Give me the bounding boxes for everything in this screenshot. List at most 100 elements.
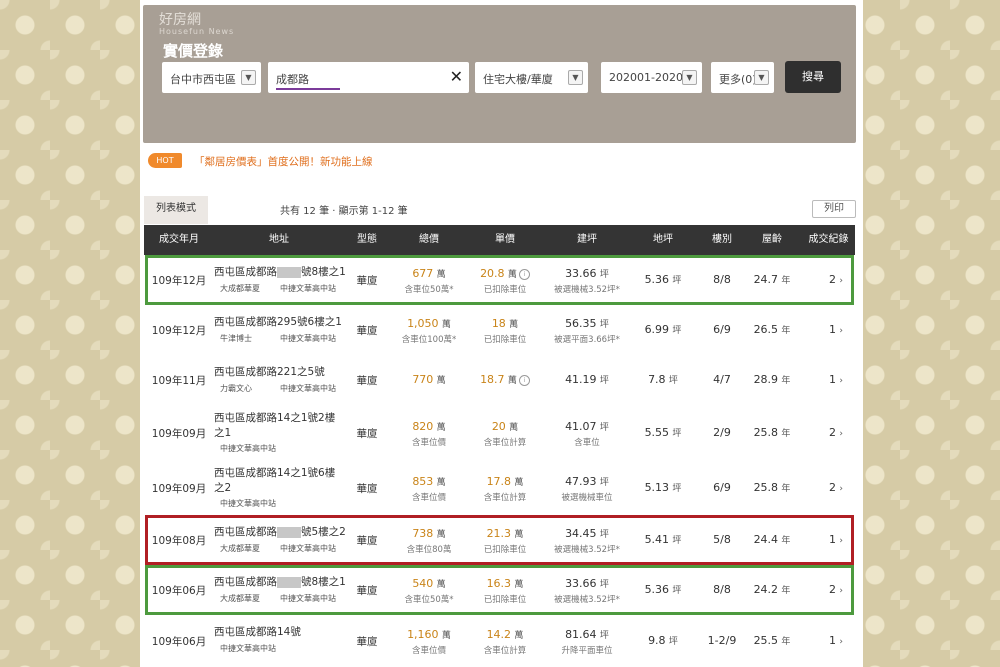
unit-wan: 萬 (507, 270, 517, 280)
table-row[interactable]: 109年12月 西屯區成都路 號8樓之1 大成都華夏 中捷文華高中站 華廈 677 萬含車位… (144, 255, 855, 306)
table-row[interactable]: 109年12月 西屯區成都路295號6樓之1 牛津博士 中捷文華高中站 華廈 1,050 … (144, 305, 855, 356)
info-icon[interactable]: i (518, 269, 530, 280)
address[interactable]: 西屯區成都路14之1號2樓 (214, 410, 335, 425)
chevron-right-icon: › (839, 586, 843, 596)
search-button[interactable]: 搜尋 (785, 61, 841, 93)
building-type: 華廈 (356, 483, 378, 495)
total-price: 1,050 萬 (394, 317, 464, 330)
table-row[interactable]: 109年11月 西屯區成都路221之5號 力霸文心 中捷文華高中站 華廈 770 萬 18.… (144, 355, 855, 406)
total-price-value: 1,050 (407, 317, 439, 330)
unit-price: 18 萬 (476, 317, 534, 330)
land-area-value: 5.55 (644, 426, 670, 439)
column-header[interactable]: 地址 (214, 225, 344, 255)
total-price-note: 含車位價 (411, 438, 446, 448)
unit-price-value: 16.3 (486, 577, 512, 590)
records-count: 2 (829, 426, 837, 439)
address-mask (277, 526, 301, 538)
unit-price-value: 18 (491, 317, 506, 330)
address-wrap: 之2 (214, 482, 232, 494)
address[interactable]: 西屯區成都路295號6樓之1 (214, 314, 342, 329)
table-row[interactable]: 109年06月 西屯區成都路14號 中捷文華高中站 華廈 1,160 萬含車位價 14.2… (144, 615, 855, 667)
unit-price: 14.2 萬 (476, 628, 534, 641)
unit-ping: 坪 (599, 376, 609, 386)
address-part: 西屯區成都路14之1號6樓 (214, 467, 336, 479)
transaction-records[interactable]: 2 › (816, 481, 856, 494)
unit-price-value: 17.8 (486, 475, 512, 488)
unit-wan: 萬 (436, 478, 446, 488)
unit-year: 年 (781, 536, 791, 546)
address-wrap: 之1 (214, 427, 232, 439)
transaction-records[interactable]: 1 › (816, 323, 856, 336)
total-price: 677 萬 (394, 267, 464, 280)
transaction-records[interactable]: 2 › (816, 583, 856, 596)
date-range-select[interactable]: 202001-202012 ▼ (601, 62, 702, 93)
transaction-records[interactable]: 1 › (816, 634, 856, 647)
building-age: 24.2 年 (750, 583, 794, 596)
building-area: 81.64 坪 (542, 628, 632, 641)
building-age: 25.8 年 (750, 481, 794, 494)
total-price: 770 萬 (394, 373, 464, 386)
address[interactable]: 西屯區成都路 號8樓之1 (214, 574, 346, 589)
unit-wan: 萬 (436, 530, 446, 540)
total-price-value: 770 (412, 373, 434, 386)
transaction-records[interactable]: 1 › (816, 533, 856, 546)
building-type-select[interactable]: 住宅大樓/華廈 ▼ (475, 62, 588, 93)
total-price-value: 540 (412, 577, 434, 590)
print-button[interactable]: 列印 (812, 200, 856, 218)
unit-price: 17.8 萬 (476, 475, 534, 488)
address-part: 西屯區成都路14號 (214, 626, 301, 638)
unit-price-note: 已扣除車位 (483, 285, 527, 295)
unit-wan: 萬 (514, 530, 524, 540)
column-header[interactable]: 樓別 (700, 225, 744, 255)
address[interactable]: 西屯區成都路221之5號 (214, 364, 325, 379)
column-header[interactable]: 成交年月 (144, 225, 214, 255)
unit-price-value: 14.2 (486, 628, 512, 641)
building-area: 41.19 坪 (542, 373, 632, 386)
table-row[interactable]: 109年08月 西屯區成都路 號5樓之2 大成都華夏 中捷文華高中站 華廈 738 萬含車位… (144, 515, 855, 566)
total-price-note: 含車位50萬* (404, 285, 454, 295)
tab-list-mode[interactable]: 列表模式 (144, 196, 208, 224)
building-area: 56.35 坪 (542, 317, 632, 330)
close-icon[interactable]: ✕ (450, 67, 463, 86)
address[interactable]: 西屯區成都路 號8樓之1 (214, 264, 346, 279)
unit-year: 年 (781, 376, 791, 386)
column-header[interactable]: 單價 (476, 225, 534, 255)
transaction-records[interactable]: 2 › (816, 273, 856, 286)
hot-badge: HOT (148, 153, 182, 168)
district-select[interactable]: 台中市西屯區 ▼ (162, 62, 261, 93)
info-icon[interactable]: i (518, 375, 530, 386)
promo-link[interactable]: 「鄰居房價表」首度公開！新功能上線 (194, 154, 373, 169)
column-header[interactable]: 地坪 (638, 225, 688, 255)
more-filters-select[interactable]: 更多(0) ▼ (711, 62, 774, 93)
unit-price: 18.7 萬i (476, 373, 534, 386)
building-area-value: 34.45 (565, 527, 597, 540)
floor: 1-2/9 (707, 634, 737, 647)
keyword-input[interactable]: 成都路 ✕ (268, 62, 469, 93)
address[interactable]: 西屯區成都路14號 (214, 624, 301, 639)
table-row[interactable]: 109年06月 西屯區成都路 號8樓之1 大成都華夏 中捷文華高中站 華廈 540 萬含車位… (144, 565, 855, 616)
land-area-value: 6.99 (644, 323, 670, 336)
column-header[interactable]: 總價 (394, 225, 464, 255)
unit-price-value: 18.7 (480, 373, 505, 386)
column-header[interactable]: 建坪 (542, 225, 632, 255)
records-count: 1 (829, 533, 837, 546)
search-panel: 好房網 Housefun News 實價登錄 台中市西屯區 ▼ 成都路 ✕ 住宅… (143, 5, 856, 143)
community-name: 力霸文心 (220, 384, 252, 393)
records-count: 2 (829, 273, 837, 286)
transaction-records[interactable]: 2 › (816, 426, 856, 439)
unit-wan: 萬 (436, 580, 446, 590)
address[interactable]: 西屯區成都路 號5樓之2 (214, 524, 346, 539)
column-header[interactable]: 成交紀錄 (802, 225, 855, 255)
unit-price-note: 已扣除車位 (483, 595, 527, 605)
table-row[interactable]: 109年09月 西屯區成都路14之1號6樓 之2 中捷文華高中站 華廈 853 萬含車位價… (144, 460, 855, 516)
chevron-down-icon: ▼ (241, 70, 256, 85)
address[interactable]: 西屯區成都路14之1號6樓 (214, 465, 335, 480)
building-type: 華廈 (356, 428, 378, 440)
column-header[interactable]: 屋齡 (750, 225, 794, 255)
total-price: 1,160 萬 (394, 628, 464, 641)
total-price-note: 含車位價 (411, 646, 446, 656)
column-header[interactable]: 型態 (352, 225, 382, 255)
table-row[interactable]: 109年09月 西屯區成都路14之1號2樓 之1 中捷文華高中站 華廈 820 萬含車位價… (144, 405, 855, 461)
unit-ping: 坪 (672, 326, 682, 336)
transaction-records[interactable]: 1 › (816, 373, 856, 386)
